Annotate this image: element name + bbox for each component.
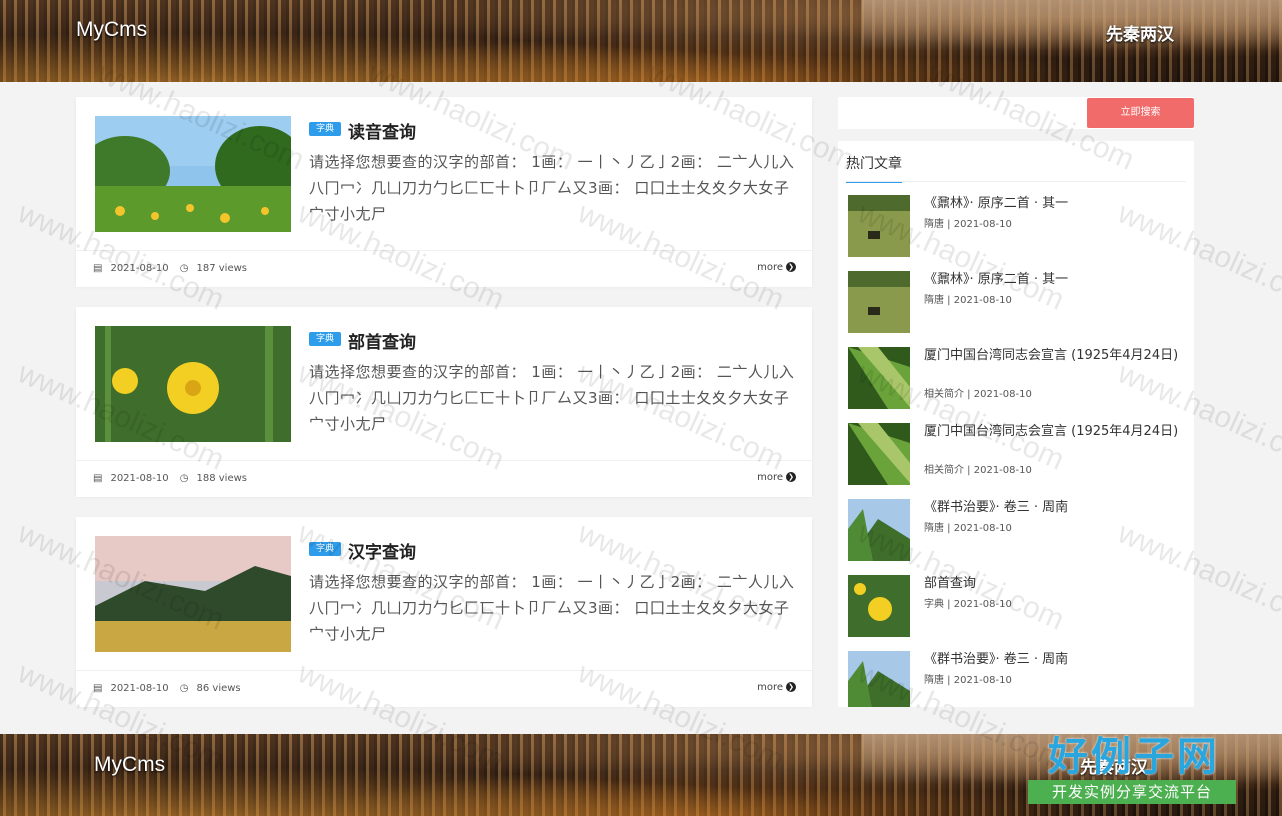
footer-logo[interactable]: MyCms xyxy=(94,753,165,777)
category-badge[interactable]: 字典 xyxy=(309,542,341,556)
calendar-icon: ▤ xyxy=(93,473,103,484)
post-card: 字典 读音查询 请选择您想要查的汉字的部首： 1画： 一丨丶丿乙亅2画： 二亠人… xyxy=(76,97,812,287)
post-meta: ▤ 2021-08-10 ◷ 86 views xyxy=(93,683,249,694)
hot-article-item[interactable]: 《鼐林》· 原序二首 · 其一 隋唐 | 2021-08-10 xyxy=(848,271,1188,335)
post-footer: ▤ 2021-08-10 ◷ 187 views more ❯ xyxy=(76,250,812,287)
arrow-right-icon: ❯ xyxy=(786,472,796,482)
site-logo[interactable]: MyCms xyxy=(76,18,147,42)
hot-article-thumbnail[interactable] xyxy=(848,499,910,561)
hot-article-meta: 字典 | 2021-08-10 xyxy=(924,599,1012,610)
post-meta: ▤ 2021-08-10 ◷ 187 views xyxy=(93,263,255,274)
clock-icon: ◷ xyxy=(179,263,189,274)
hot-article-meta: 相关简介 | 2021-08-10 xyxy=(924,465,1032,476)
more-link[interactable]: more ❯ xyxy=(757,682,796,693)
category-badge[interactable]: 字典 xyxy=(309,332,341,346)
hot-article-thumbnail[interactable] xyxy=(848,575,910,637)
more-link[interactable]: more ❯ xyxy=(757,472,796,483)
post-thumbnail[interactable] xyxy=(95,536,291,652)
hot-article-title[interactable]: 《鼐林》· 原序二首 · 其一 xyxy=(924,271,1186,289)
calendar-icon: ▤ xyxy=(93,263,103,274)
post-thumbnail[interactable] xyxy=(95,326,291,442)
post-summary: 请选择您想要查的汉字的部首： 1画： 一丨丶丿乙亅2画： 二亠人儿入八冂冖冫几凵… xyxy=(309,363,795,433)
hot-article-meta: 隋唐 | 2021-08-10 xyxy=(924,523,1012,534)
hot-article-meta: 相关简介 | 2021-08-10 xyxy=(924,389,1032,400)
post-views: 187 views xyxy=(196,263,248,274)
hot-article-meta: 隋唐 | 2021-08-10 xyxy=(924,675,1012,686)
post-summary: 请选择您想要查的汉字的部首： 1画： 一丨丶丿乙亅2画： 二亠人儿入八冂冖冫几凵… xyxy=(309,573,795,643)
calendar-icon: ▤ xyxy=(93,683,103,694)
post-footer: ▤ 2021-08-10 ◷ 188 views more ❯ xyxy=(76,460,812,497)
post-date: 2021-08-10 xyxy=(110,263,169,274)
hot-articles-panel: 热门文章 《鼐林》· 原序二首 · 其一 隋唐 | 2021-08-10 《鼐林… xyxy=(838,141,1194,707)
post-views: 188 views xyxy=(196,473,248,484)
nav-item-xianqin[interactable]: 先秦两汉 xyxy=(1106,20,1174,45)
clock-icon: ◷ xyxy=(179,473,189,484)
banner-sky xyxy=(862,0,1282,50)
hot-article-thumbnail[interactable] xyxy=(848,271,910,333)
hot-article-thumbnail[interactable] xyxy=(848,423,910,485)
more-link[interactable]: more ❯ xyxy=(757,262,796,273)
search-box: 立即搜索 xyxy=(838,97,1194,129)
post-card: 字典 部首查询 请选择您想要查的汉字的部首： 1画： 一丨丶丿乙亅2画： 二亠人… xyxy=(76,307,812,497)
watermark-logo-tagline: 开发实例分享交流平台 xyxy=(1028,780,1236,804)
watermark-logo: 好例子网 开发实例分享交流平台 xyxy=(1028,724,1240,808)
hot-article-item[interactable]: 《群书治要》· 卷三 · 周南 隋唐 | 2021-08-10 xyxy=(848,499,1188,563)
hot-article-item[interactable]: 《群书治要》· 卷三 · 周南 隋唐 | 2021-08-10 xyxy=(848,651,1188,707)
post-title[interactable]: 部首查询 xyxy=(348,328,416,353)
post-summary: 请选择您想要查的汉字的部首： 1画： 一丨丶丿乙亅2画： 二亠人儿入八冂冖冫几凵… xyxy=(309,153,795,223)
top-banner: MyCms 先秦两汉 xyxy=(0,0,1282,82)
hot-article-item[interactable]: 部首查询 字典 | 2021-08-10 xyxy=(848,575,1188,639)
post-date: 2021-08-10 xyxy=(110,473,169,484)
search-input[interactable] xyxy=(838,97,1086,129)
hot-article-title[interactable]: 《鼐林》· 原序二首 · 其一 xyxy=(924,195,1186,213)
category-badge[interactable]: 字典 xyxy=(309,122,341,136)
clock-icon: ◷ xyxy=(179,683,189,694)
hot-article-title[interactable]: 厦门中国台湾同志会宣言 (1925年4月24日) xyxy=(924,347,1186,365)
post-meta: ▤ 2021-08-10 ◷ 188 views xyxy=(93,473,255,484)
hot-article-title[interactable]: 部首查询 xyxy=(924,575,1186,593)
hot-article-meta: 隋唐 | 2021-08-10 xyxy=(924,219,1012,230)
search-button[interactable]: 立即搜索 xyxy=(1087,98,1194,128)
hot-article-meta: 隋唐 | 2021-08-10 xyxy=(924,295,1012,306)
divider xyxy=(846,181,1186,182)
post-title[interactable]: 读音查询 xyxy=(348,118,416,143)
post-date: 2021-08-10 xyxy=(110,683,169,694)
arrow-right-icon: ❯ xyxy=(786,682,796,692)
hot-articles-heading: 热门文章 xyxy=(846,153,902,183)
hot-article-thumbnail[interactable] xyxy=(848,347,910,409)
hot-article-thumbnail[interactable] xyxy=(848,651,910,707)
hot-article-item[interactable]: 厦门中国台湾同志会宣言 (1925年4月24日) 相关简介 | 2021-08-… xyxy=(848,347,1188,411)
watermark-logo-title: 好例子网 xyxy=(1048,734,1220,780)
hot-article-title[interactable]: 厦门中国台湾同志会宣言 (1925年4月24日) xyxy=(924,423,1186,441)
arrow-right-icon: ❯ xyxy=(786,262,796,272)
post-card: 字典 汉字查询 请选择您想要查的汉字的部首： 1画： 一丨丶丿乙亅2画： 二亠人… xyxy=(76,517,812,707)
hot-article-title[interactable]: 《群书治要》· 卷三 · 周南 xyxy=(924,499,1186,517)
hot-article-thumbnail[interactable] xyxy=(848,195,910,257)
hot-article-item[interactable]: 《鼐林》· 原序二首 · 其一 隋唐 | 2021-08-10 xyxy=(848,195,1188,259)
post-title[interactable]: 汉字查询 xyxy=(348,538,416,563)
post-thumbnail[interactable] xyxy=(95,116,291,232)
hot-article-title[interactable]: 《群书治要》· 卷三 · 周南 xyxy=(924,651,1186,669)
post-footer: ▤ 2021-08-10 ◷ 86 views more ❯ xyxy=(76,670,812,707)
hot-article-item[interactable]: 厦门中国台湾同志会宣言 (1925年4月24日) 相关简介 | 2021-08-… xyxy=(848,423,1188,487)
post-views: 86 views xyxy=(196,683,241,694)
